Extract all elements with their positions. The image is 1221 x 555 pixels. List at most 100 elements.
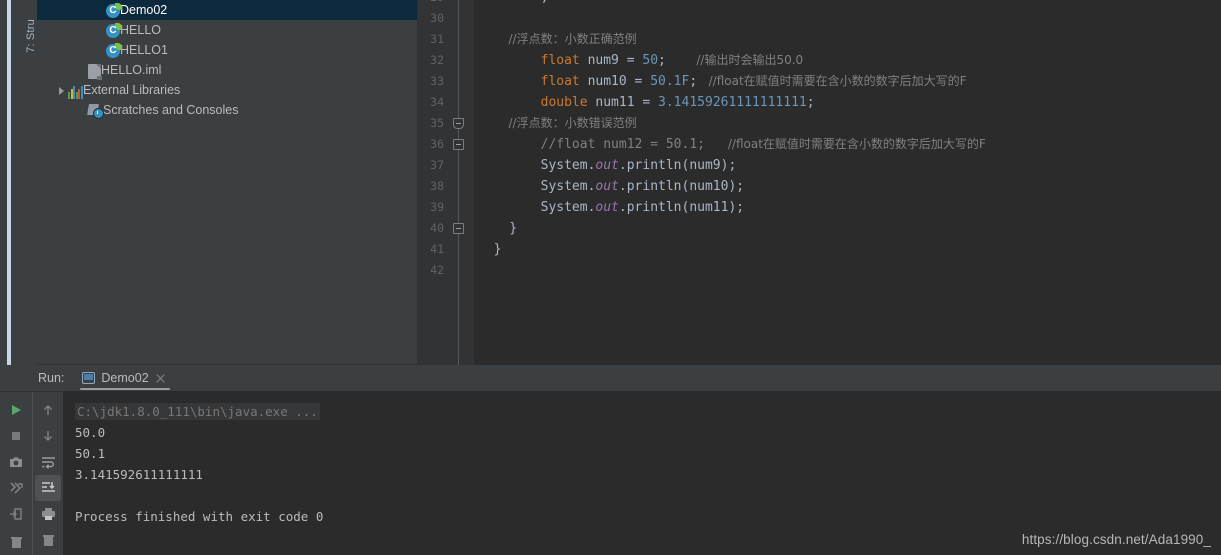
line-number: 39 xyxy=(430,200,444,214)
fold-marker[interactable] xyxy=(453,223,464,234)
console-line: C:\jdk1.8.0_111\bin\java.exe ... xyxy=(75,401,320,422)
rerun-button[interactable] xyxy=(3,397,29,423)
structure-tool-label[interactable]: 7: Stru xyxy=(25,1,37,71)
libraries-icon xyxy=(68,85,83,99)
line-number: 29 xyxy=(430,0,444,8)
line-number: 41 xyxy=(430,242,444,256)
left-tool-strip xyxy=(0,0,19,365)
console-line: Process finished with exit code 0 xyxy=(75,506,323,527)
tree-item-label: Scratches and Consoles xyxy=(103,103,239,117)
export-arrow-icon[interactable] xyxy=(3,501,29,527)
tree-item-hello[interactable]: HELLO xyxy=(37,20,417,40)
tree-item-hello1[interactable]: HELLO1 xyxy=(37,40,417,60)
printer-icon[interactable] xyxy=(35,501,61,527)
arrow-up-icon[interactable] xyxy=(35,397,61,423)
strip-highlight-bar xyxy=(7,0,11,365)
line-number: 32 xyxy=(430,53,444,67)
code-line: double num11 = 3.14159261111111111; xyxy=(478,95,815,110)
scroll-to-end-icon[interactable] xyxy=(35,475,61,501)
java-class-icon xyxy=(106,43,122,58)
tab-active-underline xyxy=(80,388,170,390)
project-tool-window[interactable]: Demo02 HELLO HELLO1 HELLO.iml External Libra… xyxy=(37,0,418,365)
fold-guide-line xyxy=(458,0,459,365)
intellij-window: 7: Stru Demo02 HELLO HELLO1 HELLO.iml Extern… xyxy=(0,0,1221,555)
code-line: float num9 = 50; //输出时会输出50.0 xyxy=(478,53,804,68)
code-line: } xyxy=(478,242,502,257)
tree-item-demo02[interactable]: Demo02 xyxy=(37,0,417,20)
code-line: float num10 = 50.1F; //float在赋值时需要在含小数的数… xyxy=(478,74,967,89)
code-line: //浮点数：小数错误范例 xyxy=(478,116,637,130)
console-text: 50.1 xyxy=(75,446,106,461)
code-line: //浮点数：小数正确范例 xyxy=(478,32,637,46)
tree-item-label: HELLO.iml xyxy=(101,63,162,77)
run-tab-demo02[interactable]: Demo02 xyxy=(76,365,173,391)
console-text: C:\jdk1.8.0_111\bin\java.exe ... xyxy=(75,403,320,420)
expand-arrow-icon[interactable] xyxy=(57,85,68,96)
console-text: 3.141592611111111 xyxy=(75,467,203,482)
code-line: } xyxy=(478,221,518,236)
camera-icon[interactable] xyxy=(3,449,29,475)
run-toolbar-left[interactable] xyxy=(0,391,32,555)
scratches-icon xyxy=(87,104,104,119)
watermark-text: https://blog.csdn.net/Ada1990_ xyxy=(1021,532,1211,547)
run-toolbar-right[interactable] xyxy=(32,391,63,555)
line-number: 40 xyxy=(430,221,444,235)
line-number: 33 xyxy=(430,74,444,88)
editor-gutter[interactable]: 29 30 31 32 33 34 35 36 37 38 39 40 41 42 xyxy=(418,0,474,365)
console-icon xyxy=(82,372,96,384)
iml-file-icon xyxy=(88,63,102,80)
tree-item-label: Demo02 xyxy=(120,3,168,17)
console-text: 50.0 xyxy=(75,425,106,440)
soft-wrap-icon[interactable] xyxy=(35,449,61,475)
console-line: 3.141592611111111 xyxy=(75,464,203,485)
fold-marker[interactable] xyxy=(453,139,464,150)
top-region: 7: Stru Demo02 HELLO HELLO1 HELLO.iml Extern… xyxy=(0,0,1221,383)
line-number: 34 xyxy=(430,95,444,109)
code-line: System.out.println(num9); xyxy=(478,158,737,173)
java-class-icon xyxy=(106,3,122,18)
tree-item-label: HELLO1 xyxy=(120,43,168,57)
clear-all-trash-icon[interactable] xyxy=(35,527,61,553)
line-number: 38 xyxy=(430,179,444,193)
trash-icon[interactable] xyxy=(3,529,29,555)
tree-item-external-libraries[interactable]: External Libraries xyxy=(37,80,417,100)
code-line: System.out.println(num10); xyxy=(478,179,745,194)
console-output[interactable]: C:\jdk1.8.0_111\bin\java.exe ... 50.0 50.1… xyxy=(63,391,1221,555)
run-body: C:\jdk1.8.0_111\bin\java.exe ... 50.0 50.1… xyxy=(0,391,1221,555)
console-line: 50.0 xyxy=(75,422,105,443)
tree-item-label: External Libraries xyxy=(83,83,181,97)
code-content-area[interactable]: ; //浮点数：小数正确范例 float num9 = 50; //输出时会输出… xyxy=(474,0,1221,365)
close-icon[interactable] xyxy=(155,373,166,384)
code-editor[interactable]: 29 30 31 32 33 34 35 36 37 38 39 40 41 42 ; //浮点数：小数正… xyxy=(418,0,1221,365)
line-number: 31 xyxy=(430,32,444,46)
line-number: 37 xyxy=(430,158,444,172)
console-text: Process finished with exit code 0 xyxy=(75,509,324,524)
console-line: 50.1 xyxy=(75,443,105,464)
threads-icon[interactable] xyxy=(3,475,29,501)
run-tab-label: Demo02 xyxy=(101,371,149,385)
code-line: ; xyxy=(474,0,1221,8)
fold-marker[interactable] xyxy=(453,118,464,129)
tree-item-hello-iml[interactable]: HELLO.iml xyxy=(37,60,417,80)
tree-item-scratches-and-consoles[interactable]: Scratches and Consoles xyxy=(37,100,417,120)
line-number: 30 xyxy=(430,11,444,25)
run-label: Run: xyxy=(38,371,65,385)
project-tree[interactable]: Demo02 HELLO HELLO1 HELLO.iml External Libra… xyxy=(37,0,417,120)
code-line: //float num12 = 50.1; //float在赋值时需要在含小数的… xyxy=(478,137,986,152)
run-header: Run: Demo02 xyxy=(0,365,1221,391)
line-number: 36 xyxy=(430,137,444,151)
structure-tool-button-strip[interactable]: 7: Stru xyxy=(18,0,49,383)
java-class-icon xyxy=(106,23,122,38)
code-line: System.out.println(num11); xyxy=(478,200,745,215)
line-number: 35 xyxy=(430,116,444,130)
arrow-down-icon[interactable] xyxy=(35,423,61,449)
run-tool-window: Run: Demo02 C:\jdk1.8.0_111\bin\java.exe… xyxy=(0,365,1221,555)
tree-item-label: HELLO xyxy=(120,23,161,37)
stop-button[interactable] xyxy=(3,423,29,449)
